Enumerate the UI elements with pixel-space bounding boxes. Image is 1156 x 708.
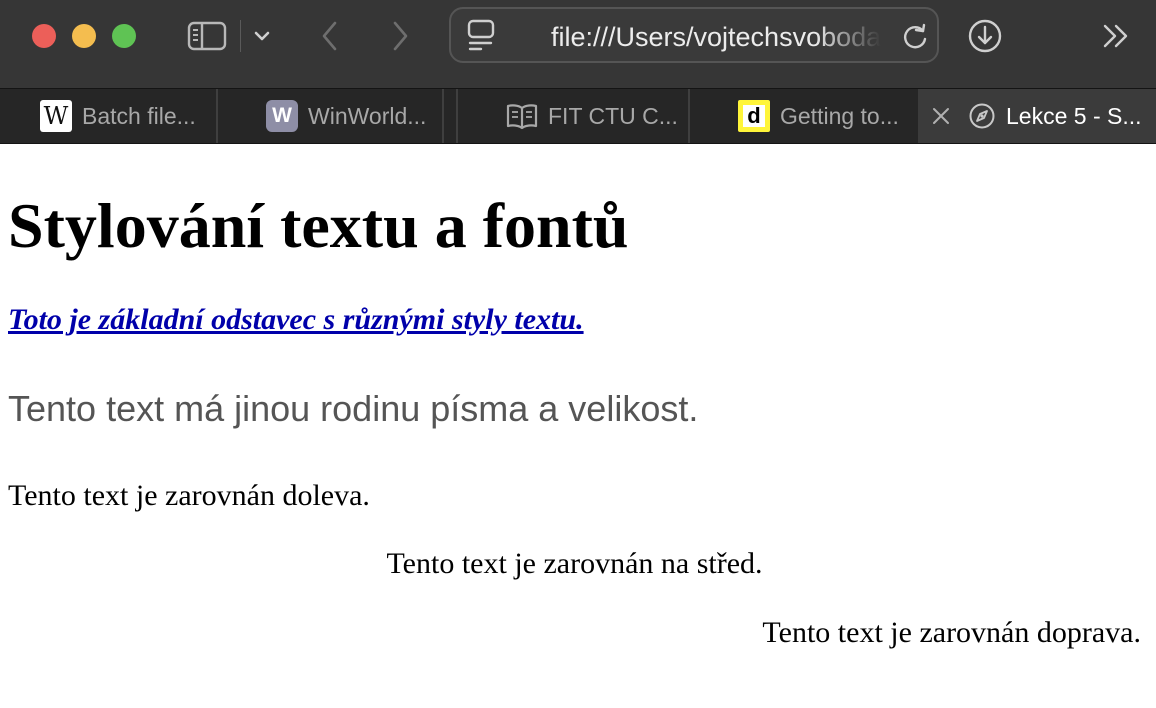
tab-separator [688, 89, 690, 143]
tab-label: Batch file... [82, 102, 196, 129]
tab-batch-file[interactable]: W Batch file... [40, 89, 216, 143]
tab-separator [456, 89, 458, 143]
zoom-window-button[interactable] [112, 24, 136, 48]
chevron-down-icon[interactable] [242, 16, 282, 56]
tab-separator [216, 89, 218, 143]
tab-label: Lekce 5 - S... [1006, 102, 1142, 129]
tab-winworld[interactable]: W WinWorld... [266, 89, 442, 143]
browser-toolbar: file:///Users/vojtechsvoboda [0, 0, 1156, 88]
address-bar[interactable]: file:///Users/vojtechsvoboda [449, 7, 939, 63]
minimize-window-button[interactable] [72, 24, 96, 48]
styled-paragraph-link[interactable]: Toto je základní odstavec s různými styl… [8, 302, 584, 338]
sidebar-icon[interactable] [187, 16, 227, 56]
reload-icon[interactable] [899, 21, 931, 53]
tab-getting-to[interactable]: d Getting to... [738, 89, 916, 143]
chevron-left-icon[interactable] [310, 16, 350, 56]
tab-fit-ctu[interactable]: FIT CTU C... [506, 89, 688, 143]
tab-separator [442, 89, 444, 143]
dev-icon: d [738, 100, 770, 132]
tab-lekce-5[interactable]: Lekce 5 - S... [918, 89, 1156, 143]
double-chevron-right-icon[interactable] [1096, 16, 1136, 56]
chevron-right-icon[interactable] [380, 16, 420, 56]
winworld-icon: W [266, 100, 298, 132]
wikipedia-icon: W [40, 100, 72, 132]
web-page-content: Stylování textu a fontů Toto je základní… [0, 144, 1156, 708]
winworld-icon-letter: W [272, 104, 292, 127]
page-heading: Stylování textu a fontů [8, 190, 629, 261]
toolbar-divider [240, 20, 241, 52]
center-aligned-paragraph: Tento text je zarovnán na střed. [386, 547, 763, 580]
download-icon[interactable] [965, 16, 1005, 56]
book-icon [506, 100, 538, 132]
tab-label: FIT CTU C... [548, 102, 678, 129]
font-family-paragraph: Tento text má jinou rodinu písma a velik… [8, 388, 699, 429]
close-tab-icon[interactable] [930, 100, 952, 132]
left-aligned-paragraph: Tento text je zarovnán doleva. [8, 479, 370, 512]
right-aligned-paragraph: Tento text je zarovnán doprava. [762, 616, 1141, 649]
compass-icon [968, 100, 996, 132]
dev-icon-letter: d [743, 103, 765, 128]
page-menu-icon[interactable] [463, 17, 499, 53]
close-window-button[interactable] [32, 24, 56, 48]
wikipedia-icon-letter: W [43, 102, 69, 130]
url-text[interactable]: file:///Users/vojtechsvoboda [551, 21, 881, 53]
tab-label: Getting to... [780, 102, 899, 129]
tab-bar: W Batch file... W WinWorld... FIT CTU C.… [0, 88, 1156, 144]
tab-label: WinWorld... [308, 102, 427, 129]
